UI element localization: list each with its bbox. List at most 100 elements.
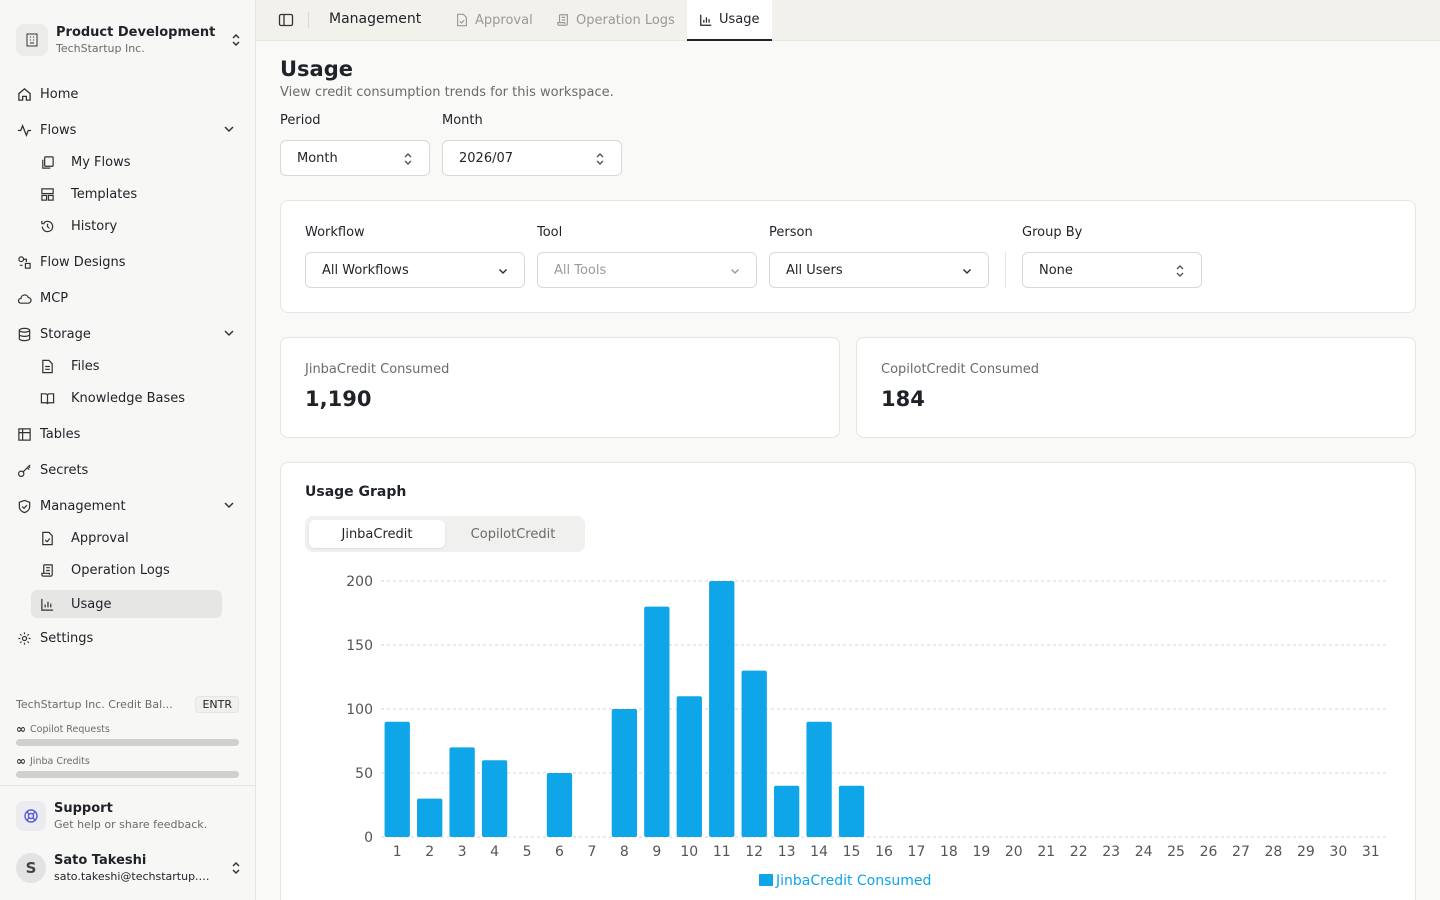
y-tick-label: 200 bbox=[346, 574, 373, 590]
nav-usage-label: Usage bbox=[71, 596, 112, 612]
nav-templates[interactable]: Templates bbox=[31, 180, 222, 208]
topbar-separator bbox=[308, 12, 309, 28]
nav-secrets[interactable]: Secrets bbox=[16, 456, 238, 484]
copy-icon bbox=[39, 154, 55, 170]
bar bbox=[676, 696, 702, 837]
x-tick-label: 4 bbox=[490, 844, 499, 860]
x-tick-label: 13 bbox=[778, 844, 796, 860]
sidebar-toggle-icon[interactable] bbox=[278, 12, 294, 28]
x-tick-label: 11 bbox=[713, 844, 731, 860]
x-tick-label: 29 bbox=[1297, 844, 1315, 860]
bar bbox=[481, 760, 508, 837]
sidebar: Product Development TechStartup Inc. Hom… bbox=[0, 0, 256, 900]
activity-icon bbox=[16, 122, 32, 138]
nav-home[interactable]: Home bbox=[16, 80, 238, 108]
month-select[interactable]: 2026/07 bbox=[442, 140, 622, 176]
x-tick-label: 5 bbox=[523, 844, 532, 860]
nav-storage[interactable]: Storage bbox=[16, 320, 238, 348]
jinba-credit-stat-label: JinbaCredit Consumed bbox=[305, 362, 450, 377]
nav-knowledge-bases[interactable]: Knowledge Bases bbox=[31, 384, 222, 412]
x-tick-label: 14 bbox=[810, 844, 828, 860]
nav-management-label: Management bbox=[40, 498, 126, 514]
x-tick-label: 28 bbox=[1265, 844, 1283, 860]
infinity-icon: ∞ bbox=[16, 722, 26, 736]
user-menu[interactable]: S Sato Takeshi sato.takeshi@techstartup.… bbox=[16, 852, 244, 884]
month-label: Month bbox=[442, 113, 483, 128]
scroll-text-icon bbox=[556, 13, 570, 27]
nav-history[interactable]: History bbox=[31, 212, 222, 240]
nav-secrets-label: Secrets bbox=[40, 462, 89, 478]
workflow-select[interactable]: All Workflows bbox=[305, 252, 525, 288]
group-by-select[interactable]: None bbox=[1022, 252, 1202, 288]
life-buoy-icon bbox=[16, 801, 46, 831]
period-select[interactable]: Month bbox=[280, 140, 430, 176]
toggle-jinba-credit[interactable]: JinbaCredit bbox=[309, 520, 445, 548]
nav-approval[interactable]: Approval bbox=[31, 524, 222, 552]
chevron-down-icon[interactable] bbox=[222, 326, 238, 342]
nav-management[interactable]: Management bbox=[16, 492, 238, 520]
nav-operation-logs[interactable]: Operation Logs bbox=[31, 556, 222, 584]
user-name: Sato Takeshi bbox=[54, 852, 147, 868]
tab-approval-label: Approval bbox=[475, 12, 533, 28]
workflow-value: All Workflows bbox=[322, 262, 409, 278]
workflow-label: Workflow bbox=[305, 225, 365, 240]
topbar: Management Approval Operation Logs Usage bbox=[256, 0, 1440, 41]
bar-chart-icon bbox=[39, 596, 55, 612]
x-tick-label: 6 bbox=[555, 844, 564, 860]
building-icon bbox=[16, 24, 48, 56]
nav-home-label: Home bbox=[40, 86, 79, 102]
bar-chart-icon bbox=[699, 13, 713, 27]
x-tick-label: 17 bbox=[908, 844, 926, 860]
x-tick-label: 24 bbox=[1135, 844, 1153, 860]
support-title: Support bbox=[54, 801, 113, 816]
usage-graph-title: Usage Graph bbox=[305, 484, 407, 500]
nav-settings[interactable]: Settings bbox=[16, 624, 238, 652]
history-icon bbox=[39, 218, 55, 234]
jinba-credit-stat-value: 1,190 bbox=[305, 387, 372, 411]
topbar-title: Management bbox=[329, 11, 422, 27]
nav-files[interactable]: Files bbox=[31, 352, 222, 380]
nav-flows[interactable]: Flows bbox=[16, 116, 238, 144]
person-label: Person bbox=[769, 225, 813, 240]
nav-usage[interactable]: Usage bbox=[31, 590, 222, 618]
jinba-credit-stat-card: JinbaCredit Consumed 1,190 bbox=[280, 337, 840, 438]
tab-approval[interactable]: Approval bbox=[455, 0, 533, 40]
page-title: Usage bbox=[280, 57, 353, 81]
bar bbox=[806, 721, 832, 837]
chevron-down-icon bbox=[496, 264, 510, 278]
avatar: S bbox=[16, 853, 46, 883]
chevron-down-icon[interactable] bbox=[222, 122, 238, 138]
support-link[interactable]: Support Get help or share feedback. bbox=[16, 798, 244, 834]
nav-files-label: Files bbox=[71, 358, 100, 374]
nav-flow-designs[interactable]: Flow Designs bbox=[16, 248, 238, 276]
x-tick-label: 25 bbox=[1167, 844, 1185, 860]
x-tick-label: 1 bbox=[393, 844, 402, 860]
bar bbox=[417, 798, 443, 837]
tab-operation-logs[interactable]: Operation Logs bbox=[556, 0, 675, 40]
tool-select[interactable]: All Tools bbox=[537, 252, 757, 288]
chevron-down-icon[interactable] bbox=[222, 498, 238, 514]
month-value: 2026/07 bbox=[459, 150, 514, 166]
person-value: All Users bbox=[786, 262, 843, 278]
nav-mcp[interactable]: MCP bbox=[16, 284, 238, 312]
scroll-text-icon bbox=[39, 562, 55, 578]
nav-my-flows[interactable]: My Flows bbox=[31, 148, 222, 176]
user-email: sato.takeshi@techstartup.com bbox=[54, 869, 214, 883]
tab-usage[interactable]: Usage bbox=[687, 0, 772, 41]
nav-operation-logs-label: Operation Logs bbox=[71, 562, 170, 578]
jinba-credits-meter bbox=[16, 771, 239, 778]
workspace-switcher[interactable]: Product Development TechStartup Inc. bbox=[16, 22, 244, 58]
x-tick-label: 8 bbox=[620, 844, 629, 860]
bar bbox=[449, 747, 475, 837]
gear-icon bbox=[16, 630, 32, 646]
nav-tables[interactable]: Tables bbox=[16, 420, 238, 448]
cloud-icon bbox=[16, 290, 32, 306]
page-subtitle: View credit consumption trends for this … bbox=[280, 85, 614, 100]
tool-label: Tool bbox=[537, 225, 563, 240]
nav-settings-label: Settings bbox=[40, 630, 94, 646]
tool-value: All Tools bbox=[554, 262, 607, 278]
person-select[interactable]: All Users bbox=[769, 252, 989, 288]
chevrons-updown-icon bbox=[593, 152, 607, 166]
toggle-copilot-credit[interactable]: CopilotCredit bbox=[445, 520, 581, 548]
tab-usage-label: Usage bbox=[719, 12, 760, 27]
